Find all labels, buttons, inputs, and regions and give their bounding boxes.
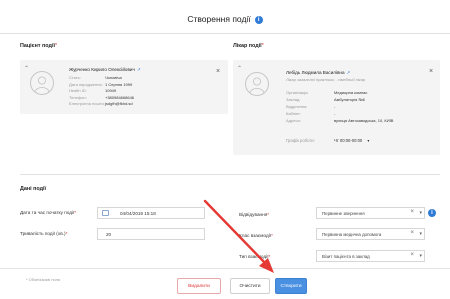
arrow-annotation	[203, 199, 274, 273]
create-event-page: Створення події i Пацієнт події* ⌃ Журчен…	[0, 0, 450, 299]
